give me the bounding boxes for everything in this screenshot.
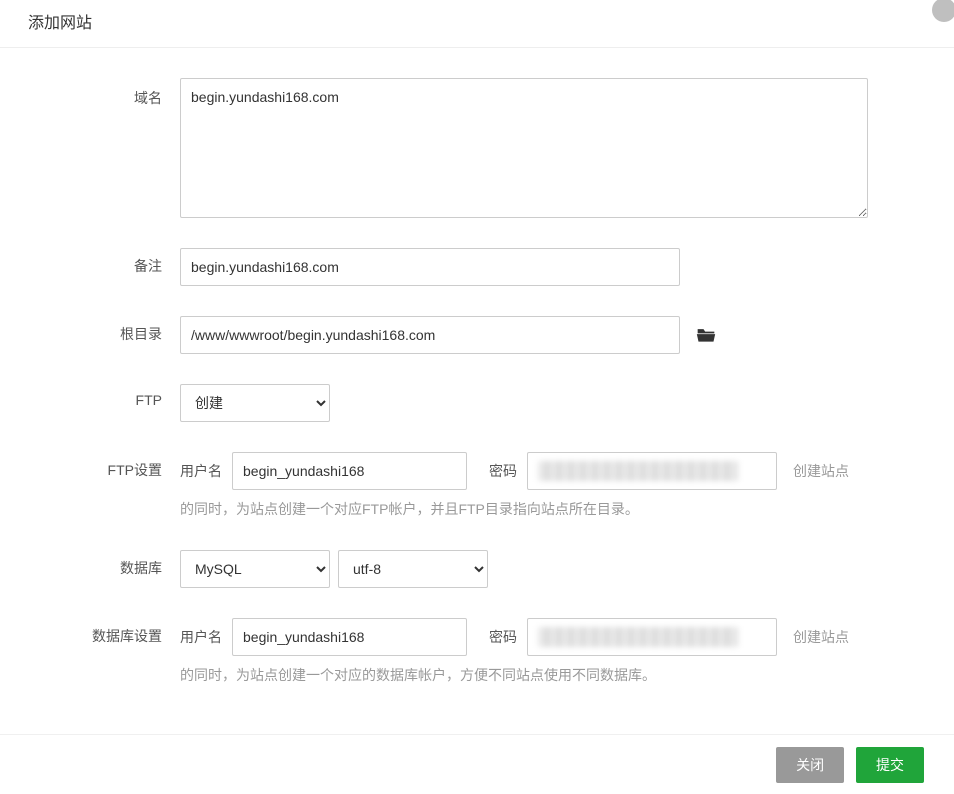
label-db-settings: 数据库设置 (30, 618, 180, 646)
label-root: 根目录 (30, 316, 180, 344)
db-user-input[interactable] (232, 618, 467, 656)
modal-header: 添加网站 (0, 0, 954, 48)
ftp-pw-input[interactable] (527, 452, 777, 490)
folder-icon[interactable] (696, 326, 716, 344)
masked-content (538, 461, 738, 481)
add-site-modal: 添加网站 域名 备注 根目录 (0, 0, 954, 794)
label-db: 数据库 (30, 550, 180, 578)
row-db-settings: 数据库设置 用户名 密码 创建站点 (30, 618, 914, 656)
ftp-user-input[interactable] (232, 452, 467, 490)
modal-footer: 关闭 提交 (0, 734, 954, 794)
ftp-right-text: 创建站点 (793, 461, 849, 481)
modal-title: 添加网站 (28, 15, 92, 32)
masked-content (538, 627, 738, 647)
label-ftp-settings: FTP设置 (30, 452, 180, 480)
db-pw-input[interactable] (527, 618, 777, 656)
root-input[interactable] (180, 316, 680, 354)
row-db: 数据库 MySQL utf-8 (30, 550, 914, 588)
row-note: 备注 (30, 248, 914, 286)
ftp-pw-label: 密码 (489, 461, 517, 481)
row-ftp: FTP 创建 (30, 384, 914, 422)
db-hint: 的同时，为站点创建一个对应的数据库帐户，方便不同站点使用不同数据库。 (180, 664, 656, 686)
modal-body: 域名 备注 根目录 FTP (0, 48, 944, 734)
domain-textarea[interactable] (180, 78, 868, 218)
close-icon[interactable] (932, 0, 954, 22)
row-root: 根目录 (30, 316, 914, 354)
db-charset-select[interactable]: utf-8 (338, 550, 488, 588)
note-input[interactable] (180, 248, 680, 286)
db-pw-label: 密码 (489, 627, 517, 647)
label-note: 备注 (30, 248, 180, 276)
label-domain: 域名 (30, 78, 180, 108)
ftp-hint: 的同时，为站点创建一个对应FTP帐户，并且FTP目录指向站点所在目录。 (180, 498, 639, 520)
row-ftp-hint: 的同时，为站点创建一个对应FTP帐户，并且FTP目录指向站点所在目录。 (30, 498, 914, 520)
label-ftp: FTP (30, 384, 180, 408)
row-domain: 域名 (30, 78, 914, 218)
submit-button[interactable]: 提交 (856, 747, 924, 783)
cancel-button[interactable]: 关闭 (776, 747, 844, 783)
row-ftp-settings: FTP设置 用户名 密码 创建站点 (30, 452, 914, 490)
ftp-select[interactable]: 创建 (180, 384, 330, 422)
db-type-select[interactable]: MySQL (180, 550, 330, 588)
ftp-user-label: 用户名 (180, 461, 222, 481)
row-db-hint: 的同时，为站点创建一个对应的数据库帐户，方便不同站点使用不同数据库。 (30, 664, 914, 686)
db-right-text: 创建站点 (793, 627, 849, 647)
db-user-label: 用户名 (180, 627, 222, 647)
